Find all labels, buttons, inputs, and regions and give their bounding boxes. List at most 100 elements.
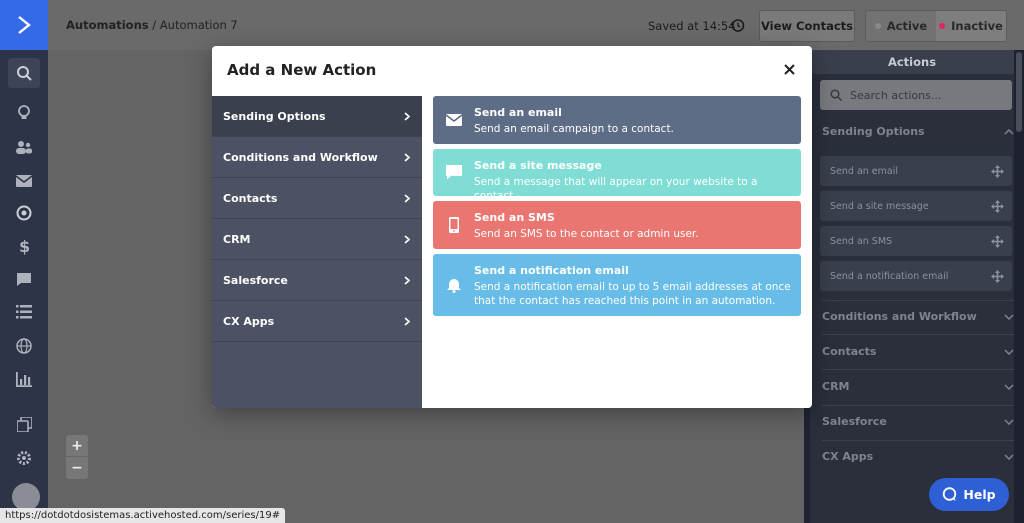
action-description: Send a message that will appear on your … (474, 176, 758, 202)
category-label: CX Apps (223, 314, 275, 328)
panel-action-label: Send an SMS (830, 235, 893, 247)
pages-icon[interactable] (11, 411, 37, 437)
action-send-sms[interactable]: Send an SMS Send an SMS to the contact o… (433, 201, 801, 249)
panel-section-crm[interactable]: CRM (822, 380, 1014, 393)
search-icon[interactable] (8, 58, 40, 88)
action-send-notification-email[interactable]: Send a notification email Send a notific… (433, 254, 801, 316)
panel-section-salesforce[interactable]: Salesforce (822, 415, 1014, 428)
view-contacts-button[interactable]: View Contacts (759, 10, 855, 42)
saved-status-text: Saved at 14:54 (648, 19, 736, 33)
deals-icon[interactable]: $ (11, 233, 37, 259)
chevron-right-icon (404, 275, 410, 285)
reports-icon[interactable] (11, 366, 37, 392)
chat-bubble-icon (433, 149, 474, 196)
drag-move-icon[interactable] (991, 199, 1004, 213)
action-send-site-message[interactable]: Send a site message Send a message that … (433, 149, 801, 202)
zoom-out-button[interactable]: − (66, 457, 88, 479)
envelope-icon (433, 96, 474, 144)
chevron-right-icon (404, 316, 410, 326)
chevron-right-icon (404, 234, 410, 244)
activecampaign-logo[interactable] (0, 0, 48, 50)
panel-action-send-notification-email[interactable]: Send a notification email (820, 261, 1012, 291)
contacts-icon[interactable] (11, 134, 37, 160)
panel-section-label: CX Apps (822, 450, 874, 463)
phone-icon (433, 201, 474, 249)
history-icon[interactable] (730, 18, 745, 36)
action-description: Send an email campaign to a contact. (474, 123, 674, 135)
category-label: Salesforce (223, 273, 288, 287)
divider (822, 405, 1014, 406)
panel-action-send-site-message[interactable]: Send a site message (820, 191, 1012, 221)
drag-move-icon[interactable] (991, 234, 1004, 248)
category-conditions-workflow[interactable]: Conditions and Workflow (212, 137, 422, 178)
chevron-up-icon (1004, 128, 1014, 135)
category-cx-apps[interactable]: CX Apps (212, 301, 422, 342)
top-bar: Automations / Automation 7 Saved at 14:5… (48, 0, 1024, 50)
panel-action-label: Send a notification email (830, 270, 949, 282)
panel-section-label: Salesforce (822, 415, 887, 428)
settings-icon[interactable] (11, 445, 37, 471)
status-toggle: Active Inactive (865, 10, 1007, 42)
page-scrollbar[interactable] (1014, 50, 1024, 523)
drag-move-icon[interactable] (991, 164, 1004, 178)
breadcrumb-automations-link[interactable]: Automations (66, 18, 149, 32)
panel-action-send-email[interactable]: Send an email (820, 156, 1012, 186)
breadcrumb-separator: / (152, 18, 157, 32)
search-actions-input[interactable]: Search actions... (820, 80, 1012, 110)
chevron-down-icon (1004, 348, 1014, 355)
search-actions-placeholder: Search actions... (850, 88, 942, 102)
inactive-dot-icon (939, 23, 946, 29)
category-label: CRM (223, 232, 251, 246)
chevron-down-icon (1004, 418, 1014, 425)
breadcrumb-current: Automation 7 (159, 18, 238, 32)
category-label: Conditions and Workflow (223, 150, 378, 164)
category-salesforce[interactable]: Salesforce (212, 260, 422, 301)
panel-section-cx-apps[interactable]: CX Apps (822, 450, 1014, 463)
close-icon[interactable] (781, 61, 797, 77)
action-title: Send an SMS (474, 211, 555, 224)
divider (822, 369, 1014, 370)
conversations-icon[interactable] (11, 266, 37, 292)
chevron-right-icon (404, 111, 410, 121)
bell-icon (433, 254, 474, 316)
drag-move-icon[interactable] (991, 269, 1004, 283)
actions-panel: Actions Search actions... Sending Option… (810, 50, 1014, 523)
panel-action-send-sms[interactable]: Send an SMS (820, 226, 1012, 256)
panel-section-conditions-workflow[interactable]: Conditions and Workflow (822, 310, 1014, 323)
active-dot-icon (874, 23, 881, 29)
user-avatar[interactable] (12, 483, 40, 511)
panel-section-label: CRM (822, 380, 850, 393)
category-sending-options[interactable]: Sending Options (212, 96, 422, 137)
svg-text:$: $ (19, 237, 30, 255)
add-action-modal: Add a New Action Sending Options Conditi… (212, 46, 812, 408)
category-label: Contacts (223, 191, 278, 205)
automations-icon[interactable] (11, 200, 37, 226)
active-status-option[interactable]: Active (866, 11, 936, 41)
chevron-right-icon (404, 152, 410, 162)
category-label: Sending Options (223, 109, 326, 123)
lightbulb-icon[interactable] (11, 100, 37, 126)
website-icon[interactable] (11, 333, 37, 359)
inactive-status-option[interactable]: Inactive (936, 11, 1006, 41)
modal-title: Add a New Action (227, 61, 377, 79)
lists-icon[interactable] (11, 299, 37, 325)
email-icon[interactable] (11, 168, 37, 194)
chevron-down-icon (1004, 453, 1014, 460)
category-contacts[interactable]: Contacts (212, 178, 422, 219)
chat-help-icon (943, 487, 957, 501)
category-crm[interactable]: CRM (212, 219, 422, 260)
help-button[interactable]: Help (929, 478, 1009, 511)
chevron-right-icon (404, 193, 410, 203)
zoom-in-button[interactable]: + (66, 435, 88, 457)
action-option-list: Send an email Send an email campaign to … (433, 96, 801, 321)
panel-action-label: Send a site message (830, 200, 929, 212)
search-icon (830, 89, 842, 101)
help-label: Help (963, 487, 996, 502)
panel-section-contacts[interactable]: Contacts (822, 345, 1014, 358)
panel-section-label: Sending Options (822, 125, 925, 138)
panel-section-label: Conditions and Workflow (822, 310, 977, 323)
scrollbar-thumb[interactable] (1016, 52, 1022, 132)
action-send-email[interactable]: Send an email Send an email campaign to … (433, 96, 801, 144)
action-title: Send an email (474, 106, 562, 119)
panel-section-sending-options[interactable]: Sending Options (822, 125, 1014, 138)
